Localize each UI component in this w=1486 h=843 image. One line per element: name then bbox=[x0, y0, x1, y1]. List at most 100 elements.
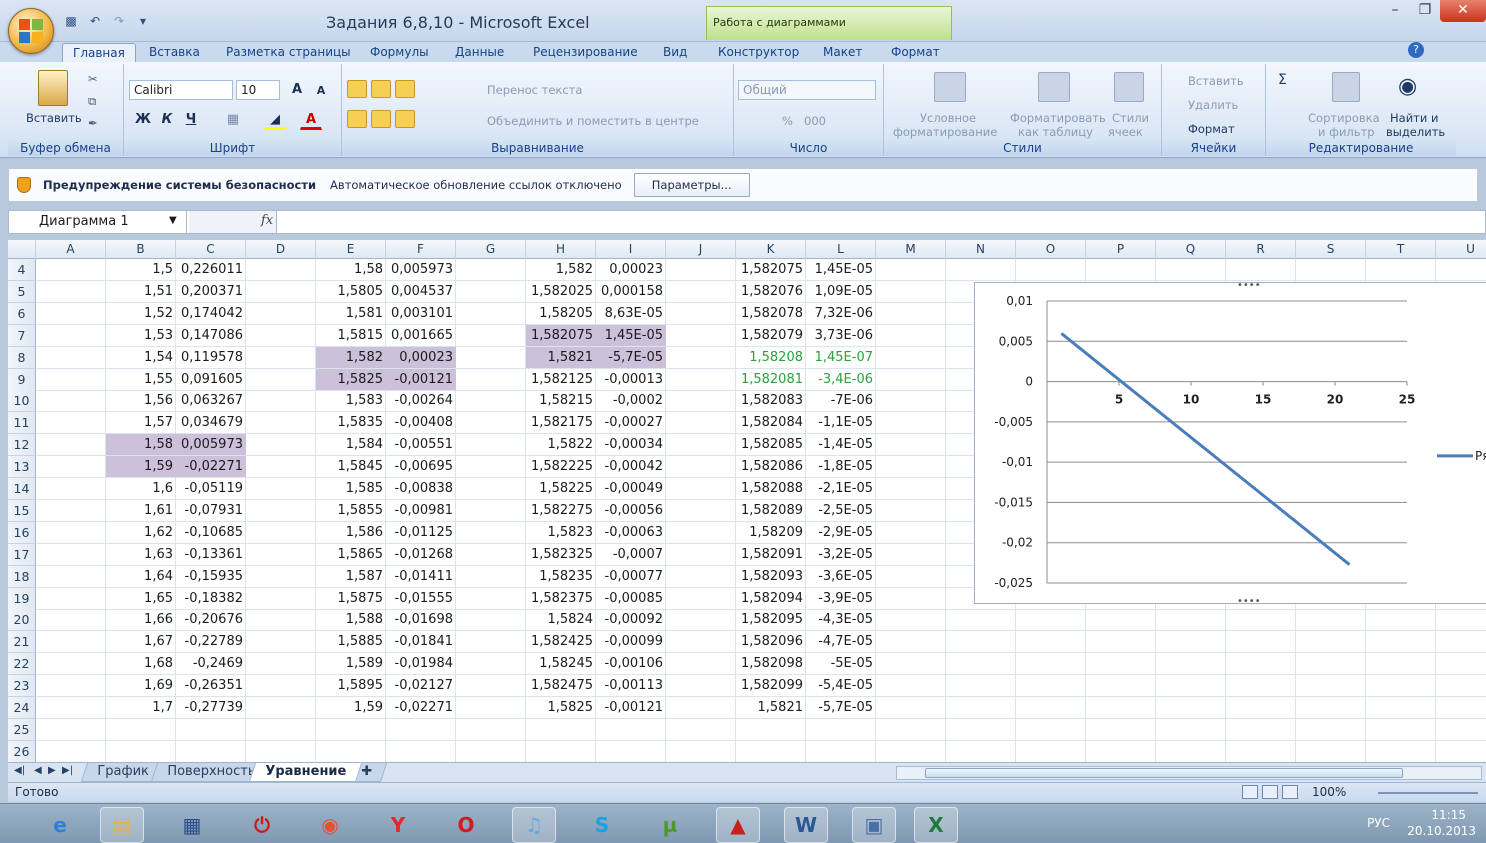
cell-E8[interactable]: 1,582 bbox=[316, 346, 386, 368]
align-center-icon[interactable] bbox=[371, 110, 391, 128]
page-layout-view-icon[interactable] bbox=[1262, 785, 1278, 799]
italic-button[interactable]: К bbox=[156, 110, 178, 130]
cell-B23[interactable]: 1,69 bbox=[106, 675, 176, 696]
conditional-format-button[interactable]: Условное bbox=[920, 111, 976, 125]
format-painter-icon[interactable]: ✒ bbox=[88, 116, 98, 130]
font-name-combo[interactable]: Calibri bbox=[129, 80, 233, 100]
cell-H11[interactable]: 1,582175 bbox=[526, 412, 596, 433]
cell-L12[interactable]: -1,4E-05 bbox=[806, 434, 876, 455]
row-header-5[interactable]: 5 bbox=[8, 280, 36, 303]
tab-formulas[interactable]: Формулы bbox=[370, 43, 429, 62]
save-icon[interactable]: ▩ bbox=[62, 12, 80, 30]
cell-F23[interactable]: -0,02127 bbox=[386, 675, 456, 696]
find-select-button[interactable]: Найти и bbox=[1390, 111, 1438, 125]
format-as-table-icon[interactable] bbox=[1038, 72, 1070, 102]
cell-K11[interactable]: 1,582084 bbox=[736, 412, 806, 433]
cell-B8[interactable]: 1,54 bbox=[106, 347, 176, 368]
binoculars-icon[interactable]: ◉ bbox=[1398, 74, 1417, 99]
row-header-9[interactable]: 9 bbox=[8, 368, 36, 391]
column-header-O[interactable]: O bbox=[1016, 240, 1086, 259]
chevron-down-icon[interactable]: ▼ bbox=[169, 215, 177, 226]
cell-K14[interactable]: 1,582088 bbox=[736, 478, 806, 499]
cell-F14[interactable]: -0,00838 bbox=[386, 478, 456, 499]
cell-H15[interactable]: 1,582275 bbox=[526, 500, 596, 521]
row-header-11[interactable]: 11 bbox=[8, 412, 36, 435]
column-header-S[interactable]: S bbox=[1296, 240, 1366, 259]
cell-E23[interactable]: 1,5895 bbox=[316, 675, 386, 696]
tab-design[interactable]: Конструктор bbox=[718, 43, 799, 62]
cell-E11[interactable]: 1,5835 bbox=[316, 412, 386, 433]
cell-I13[interactable]: -0,00042 bbox=[596, 456, 666, 477]
pdf-reader-icon[interactable]: ▲ bbox=[716, 807, 760, 843]
copy-icon[interactable]: ⧉ bbox=[88, 94, 96, 109]
cell-B17[interactable]: 1,63 bbox=[106, 544, 176, 565]
cell-L21[interactable]: -4,7E-05 bbox=[806, 631, 876, 652]
row-header-21[interactable]: 21 bbox=[8, 631, 36, 654]
cell-I22[interactable]: -0,00106 bbox=[596, 653, 666, 674]
column-header-B[interactable]: B bbox=[106, 240, 176, 259]
cell-B9[interactable]: 1,55 bbox=[106, 369, 176, 390]
row-header-25[interactable]: 25 bbox=[8, 718, 36, 741]
cell-K16[interactable]: 1,58209 bbox=[736, 522, 806, 543]
row-header-15[interactable]: 15 bbox=[8, 499, 36, 522]
cell-C9[interactable]: 0,091605 bbox=[176, 369, 246, 390]
cell-K22[interactable]: 1,582098 bbox=[736, 653, 806, 674]
cell-E5[interactable]: 1,5805 bbox=[316, 281, 386, 302]
paste-icon[interactable] bbox=[38, 70, 68, 106]
tab-view[interactable]: Вид bbox=[663, 43, 687, 62]
music-app-icon[interactable]: ♫ bbox=[512, 807, 556, 843]
cell-K20[interactable]: 1,582095 bbox=[736, 609, 806, 630]
cell-F21[interactable]: -0,01841 bbox=[386, 631, 456, 652]
cell-L14[interactable]: -2,1E-05 bbox=[806, 478, 876, 499]
cell-E13[interactable]: 1,5845 bbox=[316, 456, 386, 477]
cell-F7[interactable]: 0,001665 bbox=[386, 325, 456, 346]
cell-B5[interactable]: 1,51 bbox=[106, 281, 176, 302]
cell-E7[interactable]: 1,5815 bbox=[316, 325, 386, 346]
cell-E12[interactable]: 1,584 bbox=[316, 434, 386, 455]
cell-K24[interactable]: 1,5821 bbox=[736, 697, 806, 718]
tab-layout[interactable]: Макет bbox=[823, 43, 862, 62]
power-icon[interactable]: ⏻ bbox=[240, 807, 284, 843]
office-button[interactable] bbox=[8, 8, 54, 54]
picture-viewer-icon[interactable]: ▣ bbox=[852, 807, 896, 843]
grow-font-icon[interactable]: A bbox=[286, 80, 308, 100]
cell-L13[interactable]: -1,8E-05 bbox=[806, 456, 876, 477]
cell-K8[interactable]: 1,58208 bbox=[736, 347, 806, 368]
minimize-button[interactable]: – bbox=[1380, 0, 1410, 22]
row-header-7[interactable]: 7 bbox=[8, 324, 36, 347]
cell-I7[interactable]: 1,45E-05 bbox=[596, 324, 666, 346]
control-panel-icon[interactable]: ▦ bbox=[170, 807, 214, 843]
align-middle-icon[interactable] bbox=[371, 80, 391, 98]
column-header-M[interactable]: M bbox=[876, 240, 946, 259]
cell-F19[interactable]: -0,01555 bbox=[386, 588, 456, 609]
cell-I15[interactable]: -0,00056 bbox=[596, 500, 666, 521]
cell-E21[interactable]: 1,5885 bbox=[316, 631, 386, 652]
page-break-view-icon[interactable] bbox=[1282, 785, 1298, 799]
align-top-icon[interactable] bbox=[347, 80, 367, 98]
last-sheet-icon[interactable]: ▶| bbox=[62, 765, 73, 776]
cell-I12[interactable]: -0,00034 bbox=[596, 434, 666, 455]
cell-L7[interactable]: 3,73E-06 bbox=[806, 325, 876, 346]
tab-review[interactable]: Рецензирование bbox=[533, 43, 638, 62]
cell-K6[interactable]: 1,582078 bbox=[736, 303, 806, 324]
cell-F8[interactable]: 0,00023 bbox=[386, 346, 456, 368]
cell-E14[interactable]: 1,585 bbox=[316, 478, 386, 499]
column-header-K[interactable]: K bbox=[736, 240, 806, 259]
format-as-table-button[interactable]: Форматировать bbox=[1010, 111, 1106, 125]
cell-C10[interactable]: 0,063267 bbox=[176, 390, 246, 411]
column-header-C[interactable]: C bbox=[176, 240, 246, 259]
cell-F4[interactable]: 0,005973 bbox=[386, 259, 456, 280]
cell-C20[interactable]: -0,20676 bbox=[176, 609, 246, 630]
column-header-L[interactable]: L bbox=[806, 240, 876, 259]
cell-C14[interactable]: -0,05119 bbox=[176, 478, 246, 499]
row-header-12[interactable]: 12 bbox=[8, 434, 36, 457]
column-header-Q[interactable]: Q bbox=[1156, 240, 1226, 259]
column-header-D[interactable]: D bbox=[246, 240, 316, 259]
align-bottom-icon[interactable] bbox=[395, 80, 415, 98]
sort-filter-button[interactable]: Сортировка bbox=[1308, 111, 1380, 125]
cell-F9[interactable]: -0,00121 bbox=[386, 368, 456, 390]
cell-H5[interactable]: 1,582025 bbox=[526, 281, 596, 302]
cell-E18[interactable]: 1,587 bbox=[316, 566, 386, 587]
excel-icon[interactable]: X bbox=[914, 807, 958, 843]
first-sheet-icon[interactable]: ◀| bbox=[14, 765, 25, 776]
